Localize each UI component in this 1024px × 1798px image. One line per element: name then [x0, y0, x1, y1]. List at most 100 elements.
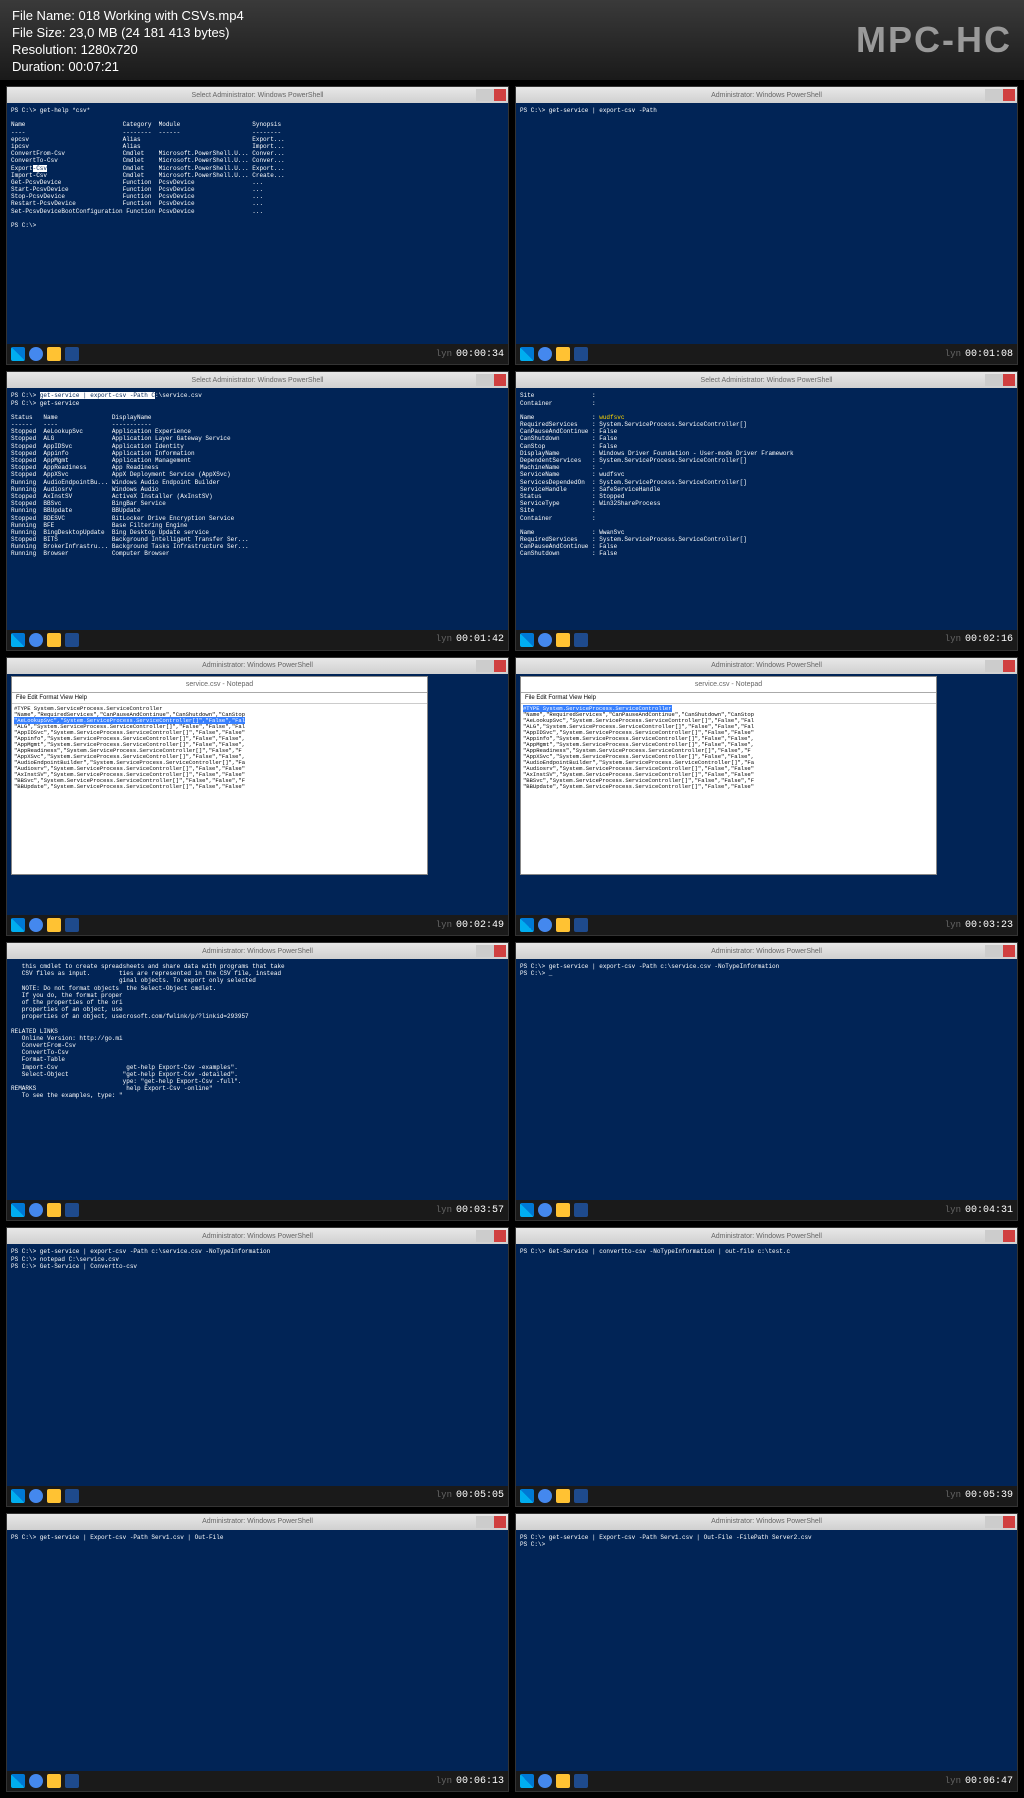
timestamp: 00:04:31: [945, 1205, 1013, 1216]
fld-icon[interactable]: [556, 1774, 570, 1788]
win-icon[interactable]: [11, 633, 25, 647]
notepad-body[interactable]: #TYPE System.ServiceProcess.ServiceContr…: [521, 704, 936, 793]
notepad-titlebar: service.csv - Notepad: [12, 677, 427, 693]
ps-icon[interactable]: [574, 1774, 588, 1788]
taskbar[interactable]: 00:03:23: [516, 915, 1017, 935]
win-icon[interactable]: [11, 918, 25, 932]
console-output[interactable]: PS C:\> get-help *csv* Name Category Mod…: [7, 103, 508, 233]
fld-icon[interactable]: [47, 918, 61, 932]
notepad-menu[interactable]: File Edit Format View Help: [521, 693, 936, 704]
ie-icon[interactable]: [538, 1774, 552, 1788]
win-icon[interactable]: [11, 1774, 25, 1788]
ps-icon[interactable]: [574, 1203, 588, 1217]
thumbnail-3[interactable]: Select Administrator: Windows PowerShell…: [515, 371, 1018, 650]
console-output[interactable]: PS C:\> get-service | Export-csv -Path S…: [7, 1530, 508, 1545]
console-output[interactable]: Site : Container : Name : wudfsvc Requir…: [516, 388, 1017, 561]
thumbnail-4[interactable]: Administrator: Windows PowerShellservice…: [6, 657, 509, 936]
taskbar[interactable]: 00:02:49: [7, 915, 508, 935]
win-icon[interactable]: [11, 1203, 25, 1217]
file-size: File Size: 23,0 MB (24 181 413 bytes): [12, 25, 244, 42]
win-icon[interactable]: [520, 1774, 534, 1788]
ie-icon[interactable]: [538, 1203, 552, 1217]
fld-icon[interactable]: [556, 1489, 570, 1503]
win-icon[interactable]: [11, 1489, 25, 1503]
window-titlebar: Select Administrator: Windows PowerShell: [7, 87, 508, 103]
console-output[interactable]: PS C:\> Get-Service | convertto-csv -NoT…: [516, 1244, 1017, 1259]
notepad-body[interactable]: #TYPE System.ServiceProcess.ServiceContr…: [12, 704, 427, 793]
taskbar[interactable]: 00:04:31: [516, 1200, 1017, 1220]
thumbnail-2[interactable]: Select Administrator: Windows PowerShell…: [6, 371, 509, 650]
ps-icon[interactable]: [65, 633, 79, 647]
notepad-menu[interactable]: File Edit Format View Help: [12, 693, 427, 704]
taskbar[interactable]: 00:06:13: [7, 1771, 508, 1791]
ps-icon[interactable]: [65, 1774, 79, 1788]
console-output[interactable]: PS C:\> get-service | export-csv -Path C…: [7, 388, 508, 561]
duration: Duration: 00:07:21: [12, 59, 244, 76]
taskbar[interactable]: 00:03:57: [7, 1200, 508, 1220]
win-icon[interactable]: [520, 633, 534, 647]
notepad-window: service.csv - NotepadFile Edit Format Vi…: [11, 676, 428, 875]
thumbnail-1[interactable]: Administrator: Windows PowerShellPS C:\>…: [515, 86, 1018, 365]
thumbnail-0[interactable]: Select Administrator: Windows PowerShell…: [6, 86, 509, 365]
ps-icon[interactable]: [65, 347, 79, 361]
fld-icon[interactable]: [556, 918, 570, 932]
notepad-titlebar: service.csv - Notepad: [521, 677, 936, 693]
fld-icon[interactable]: [47, 1774, 61, 1788]
notepad-window: service.csv - NotepadFile Edit Format Vi…: [520, 676, 937, 875]
thumbnail-7[interactable]: Administrator: Windows PowerShellPS C:\>…: [515, 942, 1018, 1221]
thumbnail-5[interactable]: Administrator: Windows PowerShell service…: [515, 657, 1018, 936]
win-icon[interactable]: [520, 1489, 534, 1503]
fld-icon[interactable]: [47, 633, 61, 647]
win-icon[interactable]: [520, 347, 534, 361]
thumbnail-11[interactable]: Administrator: Windows PowerShellPS C:\>…: [515, 1513, 1018, 1792]
thumbnail-6[interactable]: Administrator: Windows PowerShell this c…: [6, 942, 509, 1221]
fld-icon[interactable]: [47, 1489, 61, 1503]
win-icon[interactable]: [520, 1203, 534, 1217]
window-titlebar: Administrator: Windows PowerShell: [516, 658, 1017, 674]
taskbar[interactable]: 00:01:08: [516, 344, 1017, 364]
window-titlebar: Administrator: Windows PowerShell: [7, 943, 508, 959]
console-output[interactable]: PS C:\> get-service | export-csv -Path c…: [516, 959, 1017, 981]
win-icon[interactable]: [520, 918, 534, 932]
console-output[interactable]: PS C:\> get-service | Export-csv -Path S…: [516, 1530, 1017, 1552]
ie-icon[interactable]: [538, 633, 552, 647]
ie-icon[interactable]: [29, 633, 43, 647]
taskbar[interactable]: 00:02:16: [516, 630, 1017, 650]
taskbar[interactable]: 00:00:34: [7, 344, 508, 364]
ps-icon[interactable]: [65, 918, 79, 932]
window-titlebar: Administrator: Windows PowerShell: [7, 1228, 508, 1244]
ie-icon[interactable]: [538, 918, 552, 932]
ie-icon[interactable]: [29, 1203, 43, 1217]
console-output[interactable]: this cmdlet to create spreadsheets and s…: [7, 959, 508, 1104]
thumbnail-10[interactable]: Administrator: Windows PowerShellPS C:\>…: [6, 1513, 509, 1792]
console-output[interactable]: PS C:\> get-service | export-csv -Path: [516, 103, 1017, 118]
fld-icon[interactable]: [556, 1203, 570, 1217]
ps-icon[interactable]: [574, 1489, 588, 1503]
taskbar[interactable]: 00:06:47: [516, 1771, 1017, 1791]
thumbnail-9[interactable]: Administrator: Windows PowerShellPS C:\>…: [515, 1227, 1018, 1506]
fld-icon[interactable]: [556, 347, 570, 361]
timestamp: 00:06:13: [436, 1776, 504, 1787]
console-output[interactable]: PS C:\> get-service | export-csv -Path c…: [7, 1244, 508, 1274]
ie-icon[interactable]: [29, 918, 43, 932]
timestamp: 00:01:42: [436, 634, 504, 645]
win-icon[interactable]: [11, 347, 25, 361]
ie-icon[interactable]: [29, 347, 43, 361]
ps-icon[interactable]: [574, 347, 588, 361]
ie-icon[interactable]: [538, 347, 552, 361]
ps-icon[interactable]: [574, 918, 588, 932]
taskbar[interactable]: 00:05:39: [516, 1486, 1017, 1506]
ie-icon[interactable]: [538, 1489, 552, 1503]
taskbar[interactable]: 00:05:05: [7, 1486, 508, 1506]
thumbnail-8[interactable]: Administrator: Windows PowerShellPS C:\>…: [6, 1227, 509, 1506]
ie-icon[interactable]: [29, 1774, 43, 1788]
ie-icon[interactable]: [29, 1489, 43, 1503]
fld-icon[interactable]: [47, 1203, 61, 1217]
ps-icon[interactable]: [65, 1489, 79, 1503]
ps-icon[interactable]: [574, 633, 588, 647]
fld-icon[interactable]: [556, 633, 570, 647]
window-titlebar: Administrator: Windows PowerShell: [516, 1228, 1017, 1244]
taskbar[interactable]: 00:01:42: [7, 630, 508, 650]
ps-icon[interactable]: [65, 1203, 79, 1217]
fld-icon[interactable]: [47, 347, 61, 361]
